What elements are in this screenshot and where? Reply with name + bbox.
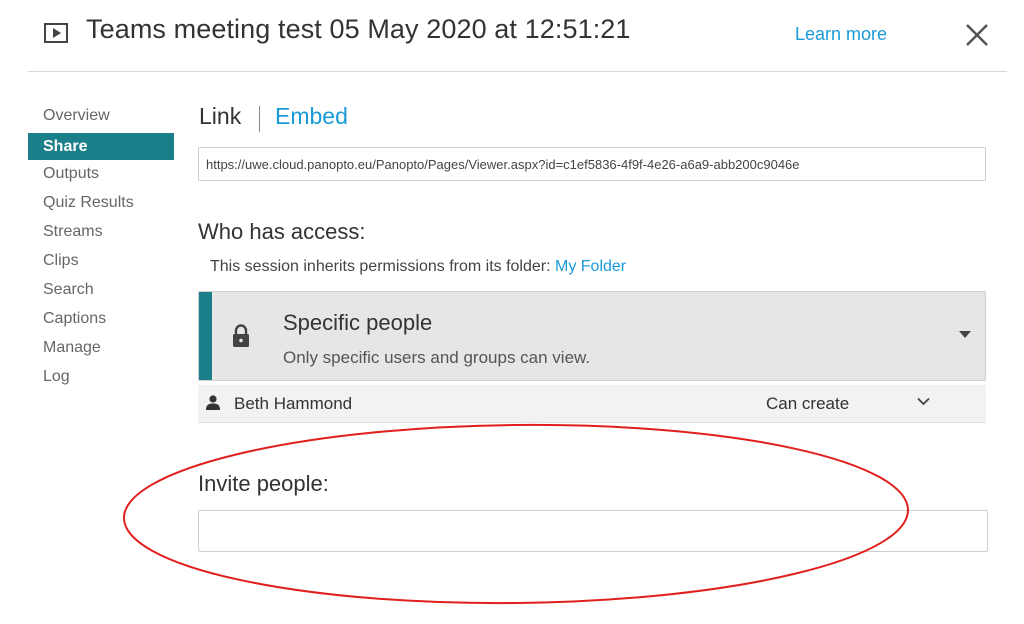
caret-down-icon xyxy=(959,331,971,338)
sidebar-item-share[interactable]: Share xyxy=(28,133,174,160)
user-permission-row: Beth Hammond Can create xyxy=(198,385,986,423)
sidebar-item-log[interactable]: Log xyxy=(28,365,174,394)
access-option-title: Specific people xyxy=(283,310,433,335)
access-level-dropdown[interactable]: Specific people Only specific users and … xyxy=(198,291,986,381)
learn-more-link[interactable]: Learn more xyxy=(795,24,887,45)
session-title: Teams meeting test 05 May 2020 at 12:51:… xyxy=(86,14,631,44)
invite-people-label: Invite people: xyxy=(198,471,329,496)
sidebar-item-manage[interactable]: Manage xyxy=(28,336,174,365)
close-icon[interactable] xyxy=(963,21,991,49)
settings-sidebar: Overview Share Outputs Quiz Results Stre… xyxy=(28,104,174,394)
tab-separator xyxy=(259,106,260,132)
share-url-field[interactable]: https://uwe.cloud.panopto.eu/Panopto/Pag… xyxy=(198,147,986,181)
sidebar-item-quiz-results[interactable]: Quiz Results xyxy=(28,191,174,220)
inherit-permissions-text: This session inherits permissions from i… xyxy=(210,258,626,276)
sidebar-item-clips[interactable]: Clips xyxy=(28,249,174,278)
who-has-access-heading: Who has access: xyxy=(198,219,366,244)
sidebar-item-overview[interactable]: Overview xyxy=(28,104,174,133)
lock-icon xyxy=(233,324,249,347)
invite-people-input[interactable] xyxy=(198,510,988,552)
user-role-select[interactable]: Can create xyxy=(766,394,849,414)
header-divider xyxy=(28,71,1007,72)
tab-link[interactable]: Link xyxy=(199,103,241,130)
sidebar-item-search[interactable]: Search xyxy=(28,278,174,307)
user-name: Beth Hammond xyxy=(234,394,353,413)
access-option-description: Only specific users and groups can view. xyxy=(283,348,591,367)
sidebar-item-captions[interactable]: Captions xyxy=(28,307,174,336)
tab-embed[interactable]: Embed xyxy=(275,103,348,130)
folder-link[interactable]: My Folder xyxy=(555,258,626,275)
inherit-text-label: This session inherits permissions from i… xyxy=(210,258,555,275)
access-accent-bar xyxy=(199,292,212,380)
chevron-down-icon[interactable] xyxy=(917,397,930,406)
sidebar-item-streams[interactable]: Streams xyxy=(28,220,174,249)
person-icon xyxy=(206,395,220,410)
play-box-icon xyxy=(44,23,68,43)
dialog-header: Teams meeting test 05 May 2020 at 12:51:… xyxy=(0,0,1024,72)
sidebar-item-outputs[interactable]: Outputs xyxy=(28,162,174,191)
